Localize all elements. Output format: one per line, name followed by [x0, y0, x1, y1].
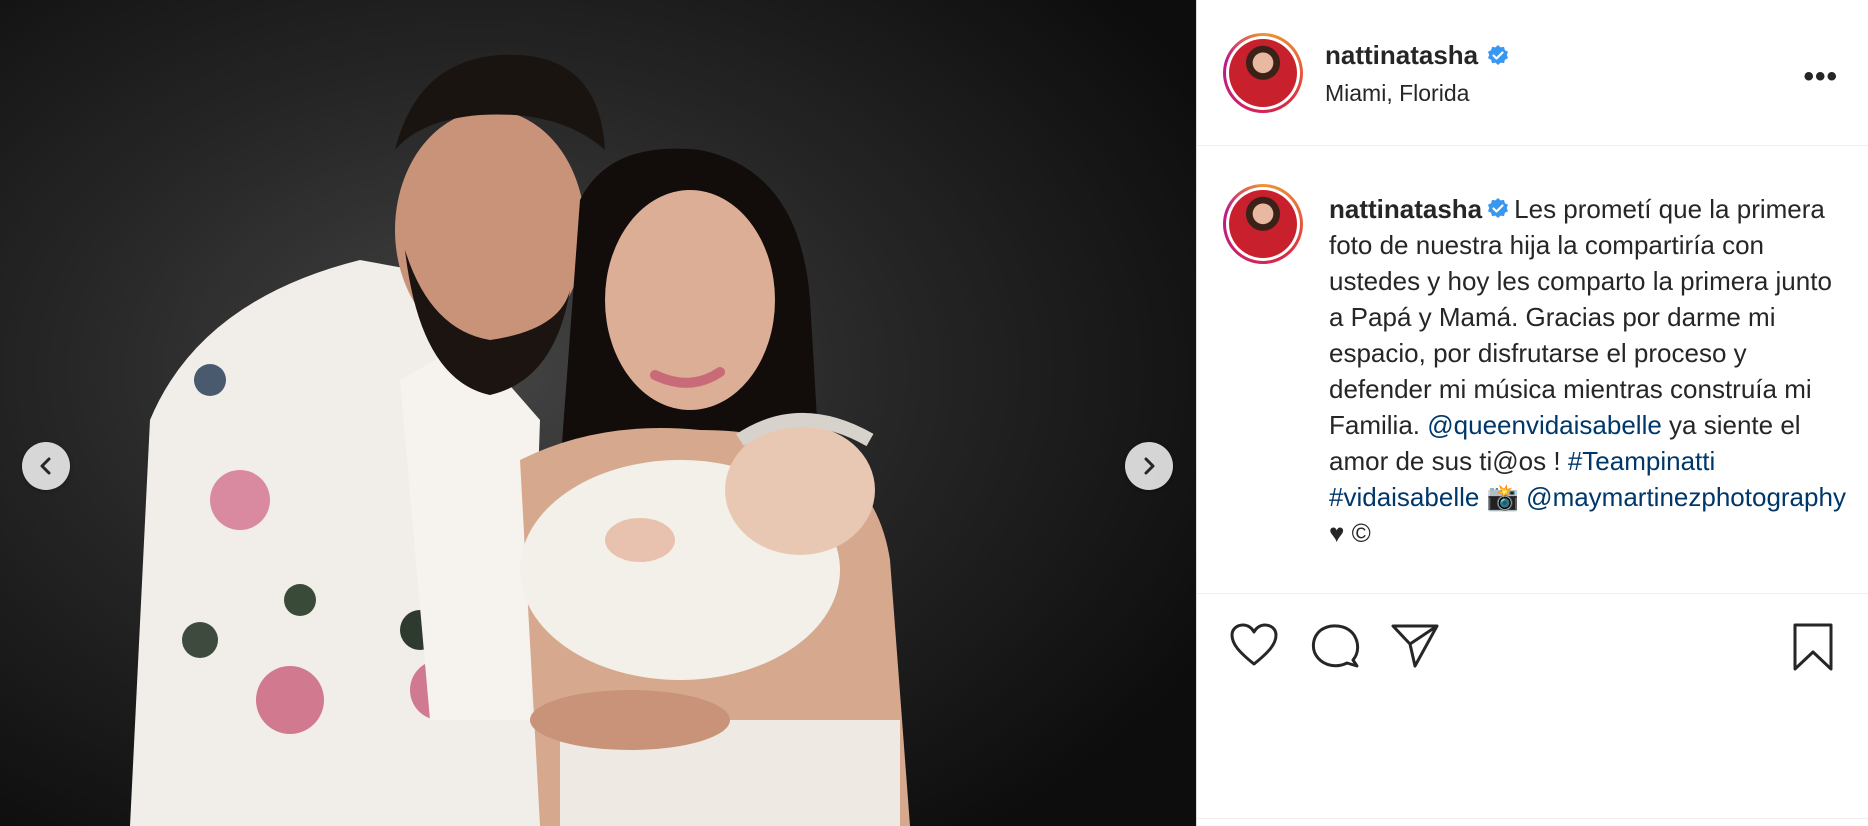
- header-username-row: nattinatasha: [1325, 40, 1510, 71]
- chevron-right-icon: [1144, 457, 1155, 475]
- caption-body-1: Les prometí que la primera foto de nuest…: [1329, 194, 1832, 440]
- post-header: nattinatasha Miami, Florida •••: [1197, 0, 1868, 146]
- hashtag-link[interactable]: #Teampinatti: [1568, 446, 1715, 476]
- avatar[interactable]: [1223, 33, 1303, 113]
- mention-link[interactable]: @queenvidaisabelle: [1427, 410, 1662, 440]
- heart-icon[interactable]: [1229, 622, 1279, 668]
- caption-avatar[interactable]: [1223, 184, 1303, 264]
- next-photo-button[interactable]: [1125, 442, 1173, 490]
- caption-section: nattinatasha Les prometí que la primera f…: [1197, 146, 1868, 594]
- header-username[interactable]: nattinatasha: [1325, 40, 1478, 71]
- share-icon[interactable]: [1389, 622, 1441, 670]
- comment-icon[interactable]: [1309, 622, 1361, 670]
- chevron-left-icon: [40, 457, 51, 475]
- divider: [1197, 818, 1868, 819]
- more-options-icon[interactable]: •••: [1803, 60, 1838, 94]
- bookmark-icon[interactable]: [1791, 622, 1835, 672]
- verified-badge-icon: [1488, 198, 1509, 218]
- caption-username[interactable]: nattinatasha: [1329, 194, 1482, 224]
- mention-link[interactable]: @maymartinezphotography: [1526, 482, 1846, 512]
- hashtag-link[interactable]: #vidaisabelle: [1329, 482, 1479, 512]
- action-bar: [1197, 594, 1868, 694]
- caption-trailing-symbols: ♥ ©: [1329, 518, 1371, 548]
- caption-text: nattinatasha Les prometí que la primera f…: [1329, 191, 1849, 551]
- camera-emoji: 📸: [1486, 482, 1519, 512]
- post-sidebar: nattinatasha Miami, Florida ••• nattinat…: [1196, 0, 1868, 826]
- post-photo[interactable]: [0, 0, 1196, 826]
- verified-badge-icon: [1488, 44, 1509, 65]
- post-photo-image: [0, 0, 1196, 826]
- previous-photo-button[interactable]: [22, 442, 70, 490]
- post-location[interactable]: Miami, Florida: [1325, 80, 1469, 107]
